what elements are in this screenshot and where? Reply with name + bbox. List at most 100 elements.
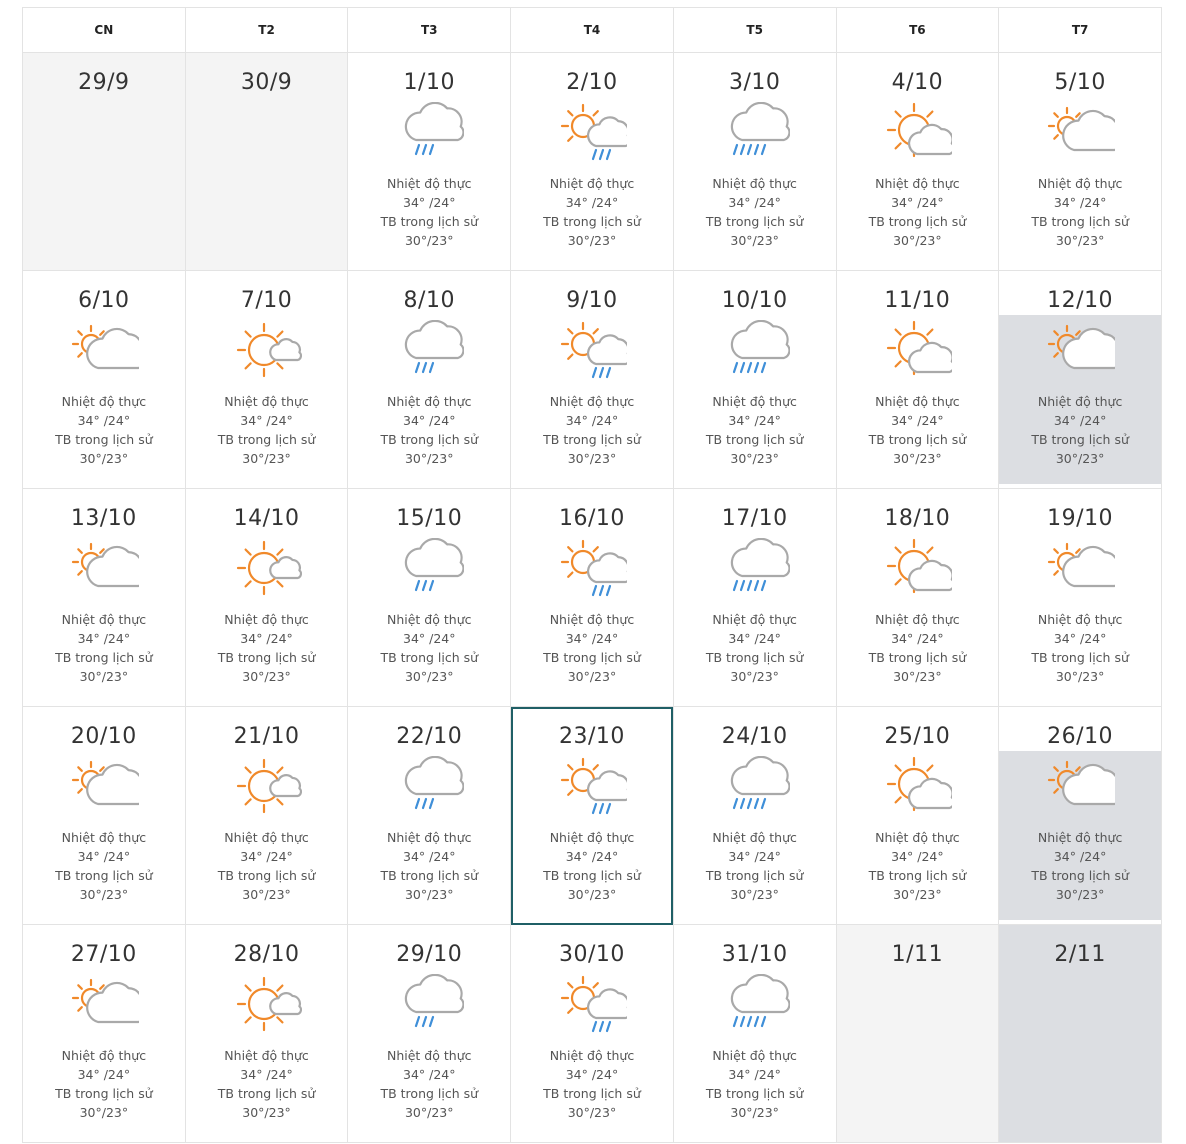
day-cell[interactable]: 14/10 Nhiệt độ thực 34° /24° TB trong lịch … bbox=[184, 488, 349, 707]
history-temp-label: TB trong lịch sử bbox=[217, 1086, 316, 1101]
cloudy-sun-icon bbox=[1045, 538, 1116, 600]
history-temp-value: 30°/23° bbox=[242, 451, 291, 466]
actual-temp-label: Nhiệt độ thực bbox=[549, 1048, 635, 1063]
history-temp-label: TB trong lịch sử bbox=[868, 432, 967, 447]
day-cell[interactable]: 7/10 Nhiệt độ thực 34° /24° TB trong lịch s… bbox=[184, 270, 349, 489]
day-cell[interactable]: 29/9 bbox=[22, 52, 186, 271]
day-cell[interactable]: 29/10 Nhiệt độ thực 34° /24° TB trong lịch … bbox=[347, 924, 512, 1143]
history-temp-label: TB trong lịch sử bbox=[1031, 868, 1129, 883]
actual-temp-label: Nhiệt độ thực bbox=[875, 176, 960, 191]
history-temp-value: 30°/23° bbox=[893, 887, 942, 902]
actual-temp-label: Nhiệt độ thực bbox=[1037, 612, 1123, 627]
cloudy-sun-icon bbox=[69, 538, 139, 600]
history-temp-label: TB trong lịch sử bbox=[868, 214, 967, 229]
day-date: 6/10 bbox=[78, 288, 130, 313]
actual-temp-value: 34° /24° bbox=[891, 195, 944, 210]
day-cell[interactable]: 20/10 Nhiệt độ thực 34° /24° TB trong lịch … bbox=[22, 706, 186, 925]
day-cell[interactable]: 28/10 Nhiệt độ thực 34° /24° TB trong lịch … bbox=[184, 924, 349, 1143]
history-temp-label: TB trong lịch sử bbox=[705, 1086, 804, 1101]
history-temp-label: TB trong lịch sử bbox=[543, 868, 641, 883]
actual-temp-label: Nhiệt độ thực bbox=[1037, 394, 1123, 409]
day-date: 31/10 bbox=[721, 942, 788, 967]
actual-temp-value: 34° /24° bbox=[1053, 195, 1107, 210]
day-cell[interactable]: 19/10 Nhiệt độ thực 34° /24° TB trong lịch … bbox=[998, 488, 1162, 707]
sunny-cloud-icon bbox=[882, 538, 953, 600]
day-cell[interactable]: 10/10 Nhiệt độ thực 34° /24° TB trong lịch … bbox=[672, 270, 837, 489]
actual-temp-label: Nhiệt độ thực bbox=[875, 830, 960, 845]
day-cell[interactable]: 27/10 Nhiệt độ thực 34° /24° TB trong lịch … bbox=[22, 924, 186, 1143]
day-cell[interactable]: 30/9 bbox=[184, 52, 349, 271]
day-cell-today[interactable]: 23/10 Nhiệt độ thực 34° /24° TB trong lịch … bbox=[510, 706, 674, 925]
day-cell[interactable]: 25/10 Nhiệt độ thực 34° /24° TB trong lịch … bbox=[835, 706, 1000, 925]
day-cell[interactable]: 1/11 bbox=[835, 924, 1000, 1143]
sunny-cloud-icon bbox=[882, 756, 953, 818]
history-temp-value: 30°/23° bbox=[404, 233, 454, 248]
week-row: 6/10 Nhiệt độ thực 34° /24° TB trong lịch s… bbox=[22, 270, 1162, 489]
day-date: 25/10 bbox=[884, 724, 951, 749]
day-date: 14/10 bbox=[233, 506, 300, 531]
week-row: 29/9 30/9 1/10 Nhiệt độ thực 34° /24° TB tron… bbox=[22, 52, 1162, 271]
day-date: 22/10 bbox=[396, 724, 463, 749]
actual-temp-value: 34° /24° bbox=[77, 631, 131, 646]
history-temp-label: TB trong lịch sử bbox=[380, 650, 479, 665]
actual-temp-label: Nhiệt độ thực bbox=[61, 830, 147, 845]
day-cell[interactable]: 31/10 Nhiệt độ thực 34° /24° TB trong lịch … bbox=[672, 924, 837, 1143]
actual-temp-value: 34° /24° bbox=[891, 413, 944, 428]
history-temp-value: 30°/23° bbox=[1055, 451, 1105, 466]
sun-cloud-rain-icon bbox=[557, 974, 627, 1036]
actual-temp-label: Nhiệt độ thực bbox=[224, 394, 309, 409]
day-cell[interactable]: 24/10 Nhiệt độ thực 34° /24° TB trong lịch … bbox=[672, 706, 837, 925]
day-cell[interactable]: 3/10 Nhiệt độ thực 34° /24° TB trong lịch s… bbox=[672, 52, 837, 271]
day-cell[interactable]: 16/10 Nhiệt độ thực 34° /24° TB trong lịch … bbox=[510, 488, 674, 707]
day-cell[interactable]: 22/10 Nhiệt độ thực 34° /24° TB trong lịch … bbox=[347, 706, 512, 925]
actual-temp-label: Nhiệt độ thực bbox=[712, 1048, 797, 1063]
day-cell[interactable]: 12/10 Nhiệt độ thực 34° /24° TB trong lịch … bbox=[998, 270, 1162, 489]
day-date: 16/10 bbox=[559, 506, 625, 531]
history-temp-value: 30°/23° bbox=[567, 669, 617, 684]
actual-temp-label: Nhiệt độ thực bbox=[224, 1048, 309, 1063]
actual-temp-value: 34° /24° bbox=[77, 413, 131, 428]
history-temp-label: TB trong lịch sử bbox=[543, 650, 641, 665]
day-cell[interactable]: 4/10 Nhiệt độ thực 34° /24° TB trong lịch s… bbox=[835, 52, 1000, 271]
day-cell[interactable]: 6/10 Nhiệt độ thực 34° /24° TB trong lịch s… bbox=[22, 270, 186, 489]
day-date: 8/10 bbox=[403, 288, 455, 313]
day-cell[interactable]: 26/10 Nhiệt độ thực 34° /24° TB trong lịch … bbox=[998, 706, 1162, 925]
history-temp-value: 30°/23° bbox=[567, 233, 617, 248]
day-cell[interactable]: 8/10 Nhiệt độ thực 34° /24° TB trong lịch s… bbox=[347, 270, 512, 489]
day-cell[interactable]: 17/10 Nhiệt độ thực 34° /24° TB trong lịch … bbox=[672, 488, 837, 707]
day-cell[interactable]: 2/11 bbox=[998, 924, 1162, 1143]
actual-temp-label: Nhiệt độ thực bbox=[549, 394, 635, 409]
history-temp-value: 30°/23° bbox=[567, 1105, 617, 1120]
actual-temp-value: 34° /24° bbox=[403, 413, 456, 428]
day-cell[interactable]: 30/10 Nhiệt độ thực 34° /24° TB trong lịch … bbox=[510, 924, 674, 1143]
weather-calendar: CN T2 T3 T4 T5 T6 T7 29/9 30/9 1/10 Nhiệt đ… bbox=[22, 7, 1162, 1143]
day-cell[interactable]: 5/10 Nhiệt độ thực 34° /24° TB trong lịch s… bbox=[998, 52, 1162, 271]
week-row: 13/10 Nhiệt độ thực 34° /24° TB trong lịch … bbox=[22, 488, 1162, 707]
actual-temp-label: Nhiệt độ thực bbox=[224, 830, 309, 845]
day-cell[interactable]: 18/10 Nhiệt độ thực 34° /24° TB trong lịch … bbox=[835, 488, 1000, 707]
rain-cloud-icon bbox=[394, 102, 465, 164]
history-temp-label: TB trong lịch sử bbox=[55, 1086, 153, 1101]
history-temp-value: 30°/23° bbox=[893, 233, 942, 248]
day-cell[interactable]: 21/10 Nhiệt độ thực 34° /24° TB trong lịch … bbox=[184, 706, 349, 925]
history-temp-label: TB trong lịch sử bbox=[868, 650, 967, 665]
heavy-rain-cloud-icon bbox=[720, 538, 790, 600]
day-cell[interactable]: 9/10 Nhiệt độ thực 34° /24° TB trong lịch s… bbox=[510, 270, 674, 489]
cloudy-sun-icon bbox=[1045, 102, 1116, 164]
weekday-header: CN bbox=[22, 7, 186, 53]
day-cell[interactable]: 15/10 Nhiệt độ thực 34° /24° TB trong lịch … bbox=[347, 488, 512, 707]
actual-temp-value: 34° /24° bbox=[1053, 849, 1107, 864]
history-temp-label: TB trong lịch sử bbox=[380, 214, 479, 229]
actual-temp-value: 34° /24° bbox=[240, 849, 293, 864]
day-cell[interactable]: 1/10 Nhiệt độ thực 34° /24° TB trong lịch s… bbox=[347, 52, 512, 271]
actual-temp-value: 34° /24° bbox=[240, 1067, 293, 1082]
day-cell[interactable]: 2/10 Nhiệt độ thực 34° /24° TB trong lịch s… bbox=[510, 52, 674, 271]
day-cell[interactable]: 11/10 Nhiệt độ thực 34° /24° TB trong lịch … bbox=[835, 270, 1000, 489]
day-cell[interactable]: 13/10 Nhiệt độ thực 34° /24° TB trong lịch … bbox=[22, 488, 186, 707]
history-temp-label: TB trong lịch sử bbox=[1031, 432, 1129, 447]
sun-cloud-rain-icon bbox=[557, 102, 627, 164]
day-date: 27/10 bbox=[70, 942, 137, 967]
weekday-header: T6 bbox=[835, 7, 1000, 53]
actual-temp-value: 34° /24° bbox=[728, 631, 781, 646]
history-temp-value: 30°/23° bbox=[1055, 887, 1105, 902]
